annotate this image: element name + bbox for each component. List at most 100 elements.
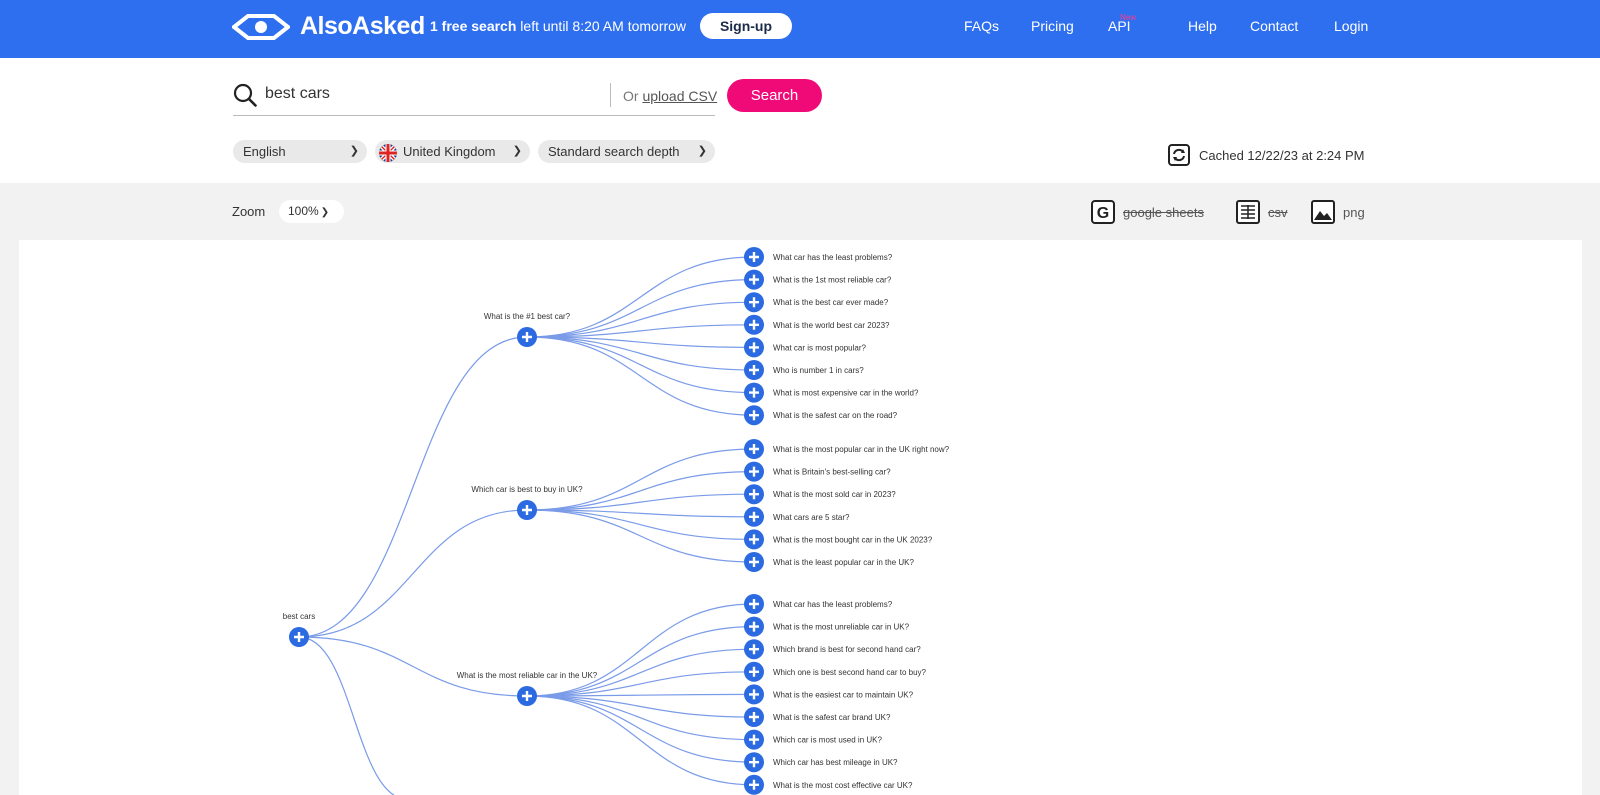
leaf-node[interactable] — [744, 552, 764, 572]
root-branch-link — [298, 509, 528, 638]
leaf-question-label: Which one is best second hand car to buy… — [773, 668, 927, 677]
leaf-question-label: What is Britain's best-selling car? — [773, 468, 891, 477]
cached-text: Cached 12/22/23 at 2:24 PM — [1199, 147, 1365, 163]
export-google-sheets-label: google sheets — [1123, 204, 1204, 220]
leaf-node[interactable] — [744, 506, 764, 527]
leaf-node[interactable] — [744, 269, 764, 290]
leaf-question-label: What is the most unreliable car in UK? — [773, 623, 910, 632]
root-label: best cars — [283, 612, 315, 621]
export-google-sheets[interactable]: G google sheets — [1091, 200, 1204, 224]
language-select[interactable]: English ❯ — [233, 140, 367, 163]
nav-help[interactable]: Help — [1188, 18, 1217, 34]
zoom-value: 100% — [288, 204, 319, 218]
nav-faqs[interactable]: FAQs — [964, 18, 999, 34]
leaf-node[interactable] — [744, 729, 764, 750]
export-csv[interactable]: csv — [1236, 200, 1288, 224]
leaf-question-label: Which car is most used in UK? — [773, 736, 882, 745]
search-underline — [233, 115, 715, 116]
leaf-question-label: What is the most sold car in 2023? — [773, 490, 896, 499]
leaf-node[interactable] — [744, 639, 764, 660]
brand-name: AlsoAsked — [300, 12, 425, 40]
branch-leaf-link — [526, 336, 755, 416]
leaf-question-label: What is the easiest car to maintain UK? — [773, 690, 914, 699]
leaf-node[interactable] — [744, 292, 764, 313]
branch-leaf-link — [526, 626, 755, 697]
leaf-node[interactable] — [744, 484, 764, 505]
leaf-question-label: What is the most cost effective car UK? — [773, 781, 913, 790]
leaf-question-label: What car has the least problems? — [773, 600, 893, 609]
leaf-question-label: What is the best car ever made? — [773, 298, 889, 307]
chevron-down-icon: ❯ — [320, 207, 330, 218]
free-search-until: left until 8:20 AM tomorrow — [516, 18, 687, 34]
leaf-node[interactable] — [744, 594, 764, 614]
leaf-question-label: What is the most bought car in the UK 20… — [773, 535, 933, 544]
leaf-node[interactable] — [744, 616, 764, 637]
chevron-down-icon: ❯ — [697, 145, 707, 157]
leaf-node[interactable] — [744, 360, 764, 380]
leaf-question-label: What is the safest car brand UK? — [773, 713, 891, 722]
branch-leaf-link — [526, 603, 755, 697]
branch-node[interactable] — [517, 327, 537, 347]
search-divider — [610, 83, 611, 107]
chevron-down-icon: ❯ — [512, 145, 522, 157]
question-tree-canvas[interactable]: best cars What is the #1 best car? What ca… — [19, 240, 1582, 795]
leaf-node[interactable] — [744, 661, 764, 682]
search-button[interactable]: Search — [727, 79, 822, 112]
leaf-question-label: What is the safest car on the road? — [773, 411, 898, 420]
logo-icon — [232, 13, 290, 40]
upload-csv-prompt: Or upload CSV — [623, 88, 717, 104]
country-value: United Kingdom — [403, 144, 496, 159]
leaf-node[interactable] — [744, 707, 764, 727]
leaf-node[interactable] — [744, 337, 764, 358]
leaf-node[interactable] — [744, 382, 764, 403]
branch-leaf-link — [526, 448, 755, 511]
leaf-question-label: What is most expensive car in the world? — [773, 389, 919, 398]
free-search-count: 1 free search — [430, 18, 517, 34]
nav-login[interactable]: Login — [1334, 18, 1368, 34]
branch-node[interactable] — [517, 500, 537, 520]
signup-button[interactable]: Sign-up — [700, 13, 792, 39]
uk-flag-icon — [379, 143, 397, 162]
search-icon — [233, 83, 257, 107]
zoom-label: Zoom — [232, 204, 266, 219]
branch-leaf-link — [526, 336, 755, 394]
leaf-question-label: What cars are 5 star? — [773, 513, 850, 522]
nav-contact[interactable]: Contact — [1250, 18, 1298, 34]
leaf-node[interactable] — [744, 529, 764, 550]
branch-question-label: Which car is best to buy in UK? — [471, 485, 583, 494]
api-new-badge: New — [1120, 13, 1137, 22]
leaf-node[interactable] — [744, 752, 764, 773]
root-node[interactable] — [289, 627, 309, 647]
leaf-node[interactable] — [744, 461, 764, 482]
branch-leaf-link — [526, 509, 755, 540]
leaf-question-label: What is the most popular car in the UK r… — [773, 445, 950, 454]
export-csv-label: csv — [1268, 204, 1288, 220]
leaf-question-label: Which brand is best for second hand car? — [773, 645, 921, 654]
zoom-select[interactable]: 100% ❯ — [279, 200, 344, 223]
nav-pricing[interactable]: Pricing — [1031, 18, 1074, 34]
leaf-question-label: What is the 1st most reliable car? — [773, 276, 892, 285]
export-png-label: png — [1343, 204, 1365, 220]
leaf-node[interactable] — [744, 439, 764, 459]
leaf-question-label: What car has the least problems? — [773, 253, 893, 262]
leaf-question-label: What car is most popular? — [773, 343, 866, 352]
depth-select[interactable]: Standard search depth ❯ — [538, 140, 715, 163]
leaf-node[interactable] — [744, 314, 764, 335]
or-text: Or — [623, 88, 639, 104]
table-icon — [1236, 200, 1260, 224]
leaf-node[interactable] — [744, 247, 764, 267]
branch-leaf-link — [526, 279, 755, 338]
leaf-question-label: Who is number 1 in cars? — [773, 366, 864, 375]
country-select[interactable]: United Kingdom ❯ — [375, 140, 530, 163]
upload-csv-link[interactable]: upload CSV — [642, 88, 717, 104]
alsoasked-logo[interactable]: AlsoAsked — [232, 12, 425, 41]
leaf-node[interactable] — [744, 684, 764, 705]
branch-leaf-link — [526, 509, 755, 563]
search-input[interactable]: best cars — [265, 85, 330, 103]
branch-node[interactable] — [517, 686, 537, 706]
export-png[interactable]: png — [1311, 200, 1365, 224]
question-tree: best cars What is the #1 best car? What ca… — [283, 247, 950, 795]
leaf-node[interactable] — [744, 405, 764, 426]
cached-refresh[interactable]: Cached 12/22/23 at 2:24 PM — [1168, 144, 1365, 166]
leaf-node[interactable] — [744, 774, 764, 795]
